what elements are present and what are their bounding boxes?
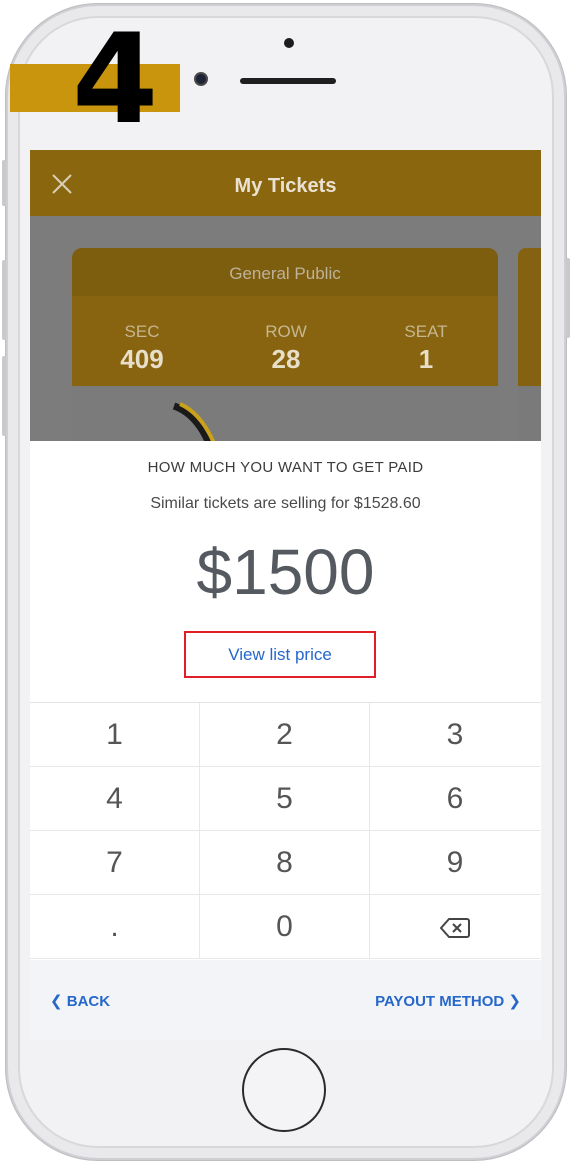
sensor-dot (284, 38, 294, 48)
footer-nav: ❮ BACK PAYOUT METHOD ❯ (30, 960, 541, 1040)
chevron-right-icon: ❯ (508, 993, 521, 1010)
ticket-type: General Public (229, 264, 341, 283)
key-5[interactable]: 5 (200, 767, 370, 831)
key-decimal[interactable]: . (30, 895, 200, 959)
ticket-event-image (72, 386, 498, 441)
sec-label: SEC (124, 322, 160, 341)
number-keypad: 1 2 3 4 5 6 7 8 9 . 0 (30, 702, 541, 959)
key-6[interactable]: 6 (370, 767, 540, 831)
seat-label: SEAT (404, 322, 448, 341)
key-4[interactable]: 4 (30, 767, 200, 831)
backspace-icon (440, 918, 470, 939)
volume-up-button (2, 260, 6, 340)
key-0[interactable]: 0 (200, 895, 370, 959)
key-9[interactable]: 9 (370, 831, 540, 895)
view-list-price-link[interactable]: View list price (184, 631, 376, 678)
key-8[interactable]: 8 (200, 831, 370, 895)
app-screen: My Tickets General Public SEC 409 ROW 28… (30, 150, 541, 1040)
chevron-left-icon: ❮ (50, 993, 63, 1010)
seat-value: 1 (418, 344, 434, 374)
key-3[interactable]: 3 (370, 703, 540, 767)
ticket-card-header: General Public (72, 248, 498, 296)
payout-amount: $1500 (196, 536, 375, 608)
front-camera-icon (194, 72, 208, 86)
back-label: BACK (66, 993, 111, 1010)
header-title: My Tickets (234, 175, 337, 197)
payout-method-label: PAYOUT METHOD (375, 993, 505, 1010)
similar-price-text: Similar tickets are selling for $1528.60 (150, 495, 421, 512)
payout-method-button[interactable]: PAYOUT METHOD ❯ (375, 992, 521, 1010)
sec-column: SEC 409 (82, 322, 202, 375)
mute-switch (2, 160, 6, 206)
backspace-key[interactable] (370, 895, 540, 959)
volume-down-button (2, 356, 6, 436)
next-ticket-card-image (518, 386, 541, 441)
key-2[interactable]: 2 (200, 703, 370, 767)
step-number: 4 (72, 8, 159, 152)
row-column: ROW 28 (226, 322, 346, 375)
back-button[interactable]: ❮ BACK (50, 992, 110, 1010)
sec-value: 409 (120, 344, 164, 374)
power-button (566, 258, 570, 338)
seat-column: SEAT 1 (366, 322, 486, 375)
payout-sheet: HOW MUCH YOU WANT TO GET PAID Similar ti… (30, 441, 541, 1040)
event-image-graphic (172, 402, 216, 441)
dimmed-background: My Tickets General Public SEC 409 ROW 28… (30, 150, 541, 441)
earpiece-speaker (240, 78, 336, 84)
row-label: ROW (265, 322, 307, 341)
key-1[interactable]: 1 (30, 703, 200, 767)
app-header: My Tickets (30, 150, 541, 216)
home-button[interactable] (242, 1048, 326, 1132)
key-7[interactable]: 7 (30, 831, 200, 895)
row-value: 28 (271, 344, 301, 374)
payout-prompt: HOW MUCH YOU WANT TO GET PAID (147, 459, 424, 476)
